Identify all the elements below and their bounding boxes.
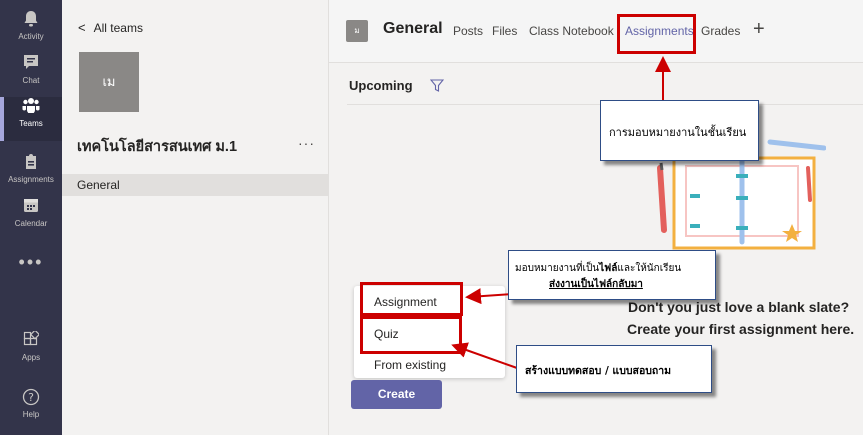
calendar-icon — [0, 197, 62, 219]
rail-activity[interactable]: Activity — [0, 10, 62, 54]
apps-icon — [0, 329, 62, 353]
callout-assignments-tab: การมอบหมายงานในชั้นเรียน — [600, 100, 759, 161]
svg-text:?: ? — [28, 391, 34, 404]
app-rail: Activity Chat Teams Assignments Calendar… — [0, 0, 62, 435]
callout-quiz-text: สร้างแบบทดสอบ / แบบสอบถาม — [525, 365, 672, 377]
callout-assignment: มอบหมายงานที่เป็นไฟล์และให้นักเรียน ส่งง… — [508, 250, 716, 300]
main-content: ม General Posts Files Class Notebook Ass… — [329, 0, 863, 435]
assignments-icon — [0, 153, 62, 175]
rail-teams[interactable]: Teams — [0, 97, 62, 141]
chat-icon — [0, 54, 62, 76]
rail-apps-label: Apps — [21, 353, 41, 362]
rail-activity-label: Activity — [18, 32, 44, 41]
help-icon: ? — [0, 388, 62, 410]
teams-icon — [0, 97, 62, 119]
rail-assignments[interactable]: Assignments — [0, 153, 62, 197]
rail-assignments-label: Assignments — [8, 175, 54, 184]
rail-chat-label: Chat — [22, 76, 40, 85]
rail-calendar-label: Calendar — [14, 219, 48, 228]
callout-quiz: สร้างแบบทดสอบ / แบบสอบถาม — [516, 345, 712, 393]
rail-help[interactable]: ? Help — [0, 388, 62, 432]
channel-label: General — [77, 178, 120, 192]
rail-calendar[interactable]: Calendar — [0, 197, 62, 241]
rail-help-label: Help — [22, 410, 40, 419]
bell-icon — [0, 10, 62, 32]
team-name: เทคโนโลยีสารสนเทศ ม.1 — [77, 139, 238, 155]
callout-assignment-text-b: และให้นักเรียน — [617, 263, 682, 274]
team-avatar: เม — [79, 52, 139, 112]
rail-more-apps[interactable]: ••• — [0, 252, 62, 273]
rail-chat[interactable]: Chat — [0, 54, 62, 98]
callout-assignment-line-2: ส่งงานเป็นไฟล์กลับมา — [549, 279, 643, 290]
callout-assignments-text: การมอบหมายงานในชั้นเรียน — [609, 126, 747, 139]
callout-assignment-text-a: มอบหมายงานที่เป็น — [515, 263, 600, 274]
rail-teams-label: Teams — [19, 119, 43, 128]
rail-apps[interactable]: Apps — [0, 329, 62, 375]
callout-assignment-line-1: มอบหมายงานที่เป็นไฟล์และให้นักเรียน — [515, 261, 681, 276]
callout-assignment-text-bold: ไฟล์ — [599, 263, 618, 274]
team-more-options-button[interactable]: ··· — [298, 135, 315, 151]
all-teams-label: All teams — [93, 21, 143, 35]
channel-item-general[interactable]: General — [62, 174, 328, 196]
all-teams-link[interactable]: < All teams — [78, 20, 143, 35]
chevron-left-icon: < — [78, 20, 86, 35]
team-panel: < All teams เม เทคโนโลยีสารสนเทศ ม.1 ··· … — [62, 0, 328, 435]
